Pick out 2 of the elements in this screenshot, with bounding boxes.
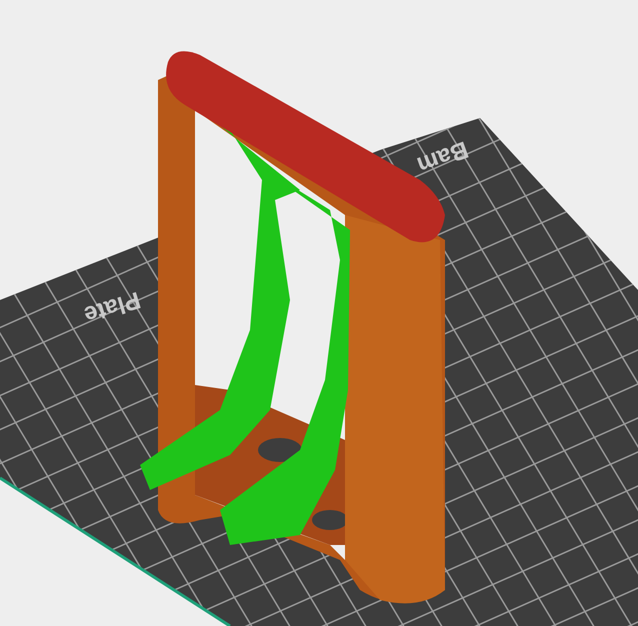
plate-label: Bam [414,135,472,179]
plate-label: Plate [80,286,144,328]
